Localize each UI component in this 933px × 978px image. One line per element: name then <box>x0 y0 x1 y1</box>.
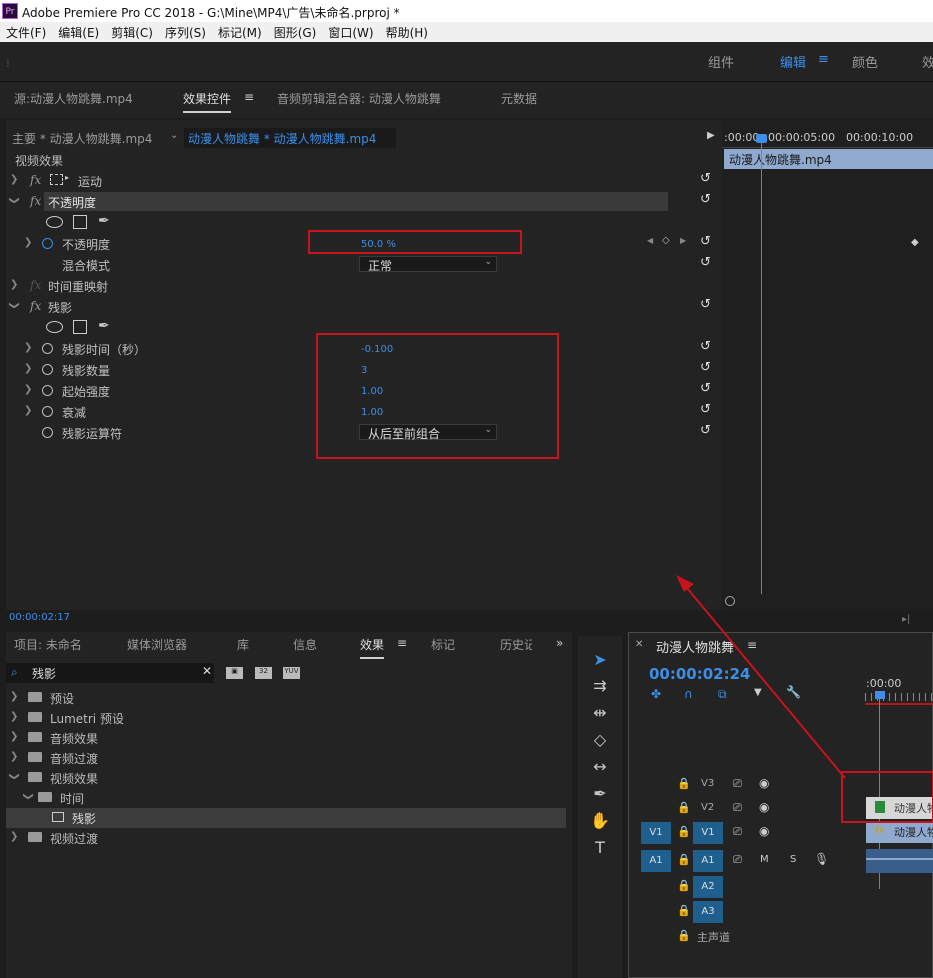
annotation-arrow <box>676 575 846 779</box>
